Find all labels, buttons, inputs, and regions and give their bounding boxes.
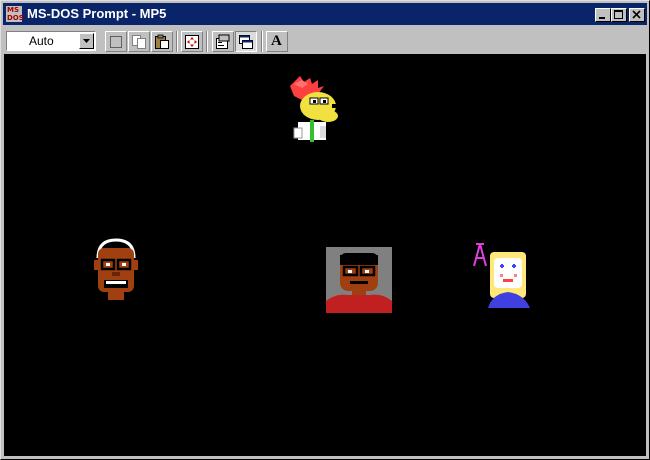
dos-screen[interactable] [4,54,646,456]
full-screen-button[interactable] [181,31,203,52]
close-icon [632,10,641,19]
background-button[interactable] [235,31,257,52]
chevron-down-icon [83,39,90,43]
copy-icon [132,35,146,49]
properties-icon [216,34,230,49]
mark-button[interactable] [105,31,127,52]
msdos-window: MS DOS MS-DOS Prompt - MP5 Auto A [0,0,650,460]
toolbar: Auto A [3,27,647,53]
mark-icon [110,36,122,48]
man-with-glasses-character [94,238,138,300]
rooster-character [290,76,338,142]
font-icon: A [271,33,282,49]
background-icon [239,35,253,49]
boy-portrait-character [326,247,392,313]
minimize-button[interactable] [595,8,611,22]
window-title: MS-DOS Prompt - MP5 [27,6,167,21]
toolbar-separator [206,31,208,52]
minimize-icon [599,17,605,19]
dropdown-button[interactable] [79,33,94,49]
full-screen-icon [185,35,199,49]
copy-button[interactable] [128,31,150,52]
title-bar[interactable]: MS DOS MS-DOS Prompt - MP5 [3,3,647,25]
maximize-button[interactable] [611,8,627,22]
toolbar-separator [176,31,178,52]
msdos-icon[interactable]: MS DOS [6,6,24,22]
font-size-value: Auto [29,34,54,48]
paste-button[interactable] [151,31,173,52]
font-size-select[interactable]: Auto [6,31,96,51]
blonde-girl-character [473,243,530,308]
maximize-icon [614,10,623,19]
properties-button[interactable] [212,31,234,52]
close-button[interactable] [629,8,645,22]
paste-icon [155,34,169,49]
toolbar-separator [261,31,263,52]
font-button[interactable]: A [266,31,288,52]
app-icon-text: MS DOS [7,6,24,22]
